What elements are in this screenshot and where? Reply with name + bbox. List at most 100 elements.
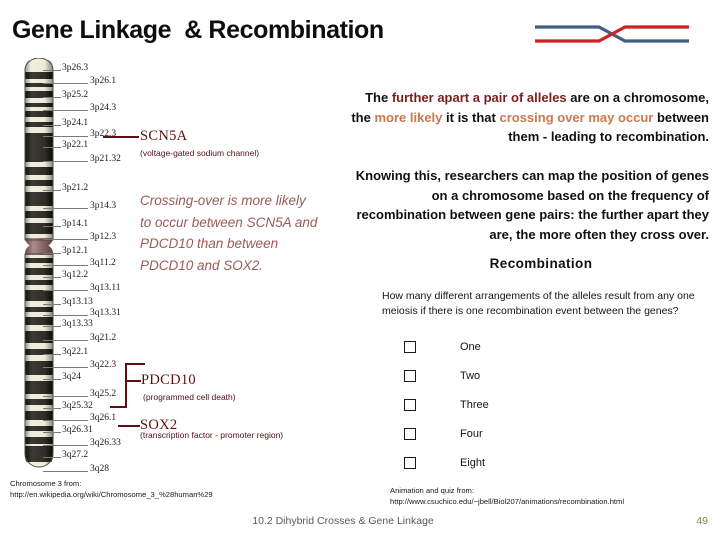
ideogram-band-label: 3q25.32 — [62, 401, 93, 411]
ideogram-tick — [43, 340, 88, 341]
scn5a-leader-line — [103, 136, 139, 138]
p1-emphasis-more-likely: more likely — [374, 109, 443, 125]
ideogram-band-label: 3q11.2 — [90, 258, 116, 268]
ideogram-tick — [43, 226, 61, 227]
source-credit-animation-caption: Animation and quiz from: — [390, 486, 474, 495]
quiz-option-one[interactable]: One — [382, 332, 700, 361]
gene-label-scn5a: SCN5A — [140, 128, 188, 144]
source-credit-animation-url: http://www.csuchico.edu/~jbell/Biol207/a… — [390, 497, 625, 506]
ideogram-band-label: 3q13.31 — [90, 308, 121, 318]
ideogram-band-label: 3q28 — [90, 464, 109, 474]
ideogram-tick — [43, 70, 61, 71]
ideogram-band-label: 3q25.2 — [90, 389, 117, 399]
gene-sublabel-sox2: (transcription factor - promoter region) — [140, 430, 284, 440]
ideogram-tick — [43, 161, 88, 162]
quiz-option-checkbox[interactable] — [404, 369, 416, 382]
pdcd10-leader-vertical — [125, 363, 127, 408]
ideogram-tick — [43, 420, 88, 421]
ideogram-band-label: 3p24.1 — [62, 118, 89, 128]
footer-page-number: 49 — [696, 515, 708, 527]
page-title: Gene Linkage & Recombination — [12, 16, 384, 44]
p1-part1: The — [365, 90, 392, 105]
ideogram-band-label: 3p26.1 — [90, 76, 117, 86]
crossover-lines-icon — [535, 25, 689, 43]
quiz-option-three[interactable]: Three — [382, 390, 700, 419]
p1-emphasis-crossing-over: crossing over may occur — [499, 109, 654, 125]
quiz-title: Recombination — [489, 256, 593, 271]
paragraph-distance-recombination: The further apart a pair of alleles are … — [345, 88, 709, 147]
quiz-option-list: One Two Three Four Eight — [382, 332, 700, 477]
quiz-option-checkbox[interactable] — [404, 398, 416, 411]
ideogram-band-label: 3q21.2 — [90, 333, 117, 343]
ideogram-tick — [43, 379, 61, 380]
quiz-option-label: Three — [460, 398, 489, 411]
ideogram-tick — [43, 315, 88, 316]
pdcd10-leader-line — [125, 380, 141, 382]
ideogram-tick — [43, 396, 88, 397]
quiz-option-checkbox[interactable] — [404, 340, 416, 353]
quiz-option-label: Four — [460, 427, 483, 440]
ideogram-band-label: 3q26.1 — [90, 413, 117, 423]
ideogram-tick — [43, 208, 88, 209]
pdcd10-leader-bottom — [110, 406, 126, 408]
ideogram-band-label: 3p26.3 — [62, 63, 89, 73]
quiz-option-four[interactable]: Four — [382, 419, 700, 448]
p1-emphasis-further-apart: further apart a pair of alleles — [391, 90, 567, 105]
crossing-over-note: Crossing-over is more likely to occur be… — [140, 193, 318, 273]
pdcd10-leader-top — [125, 363, 145, 365]
quiz-option-checkbox[interactable] — [404, 427, 416, 440]
paragraph-gene-mapping: Knowing this, researchers can map the po… — [355, 168, 709, 242]
ideogram-band-label: 3p21.2 — [62, 183, 89, 193]
ideogram-tick — [43, 277, 61, 278]
p1-part3: it is that — [442, 109, 500, 125]
source-credit-chromosome-caption: Chromosome 3 from: — [10, 479, 82, 488]
ideogram-tick — [43, 265, 88, 266]
ideogram-band-label: 3q12.2 — [62, 270, 89, 280]
ideogram-tick — [43, 457, 61, 458]
gene-sublabel-pdcd10: (programmed cell death) — [143, 392, 236, 402]
ideogram-tick — [43, 253, 61, 254]
quiz-option-two[interactable]: Two — [382, 361, 700, 390]
ideogram-band-label: 3p14.1 — [62, 219, 89, 229]
slide-root: Gene Linkage & Recombination 3p26.3 3p25… — [0, 0, 720, 540]
ideogram-band-label: 3q13.33 — [62, 319, 93, 329]
ideogram-band-label: 3p21.32 — [90, 154, 121, 164]
ideogram-tick — [43, 290, 88, 291]
sox2-leader-line — [118, 425, 140, 427]
ideogram-band-label: 3q13.11 — [90, 283, 121, 293]
gene-label-pdcd10: PDCD10 — [141, 372, 196, 388]
ideogram-tick — [43, 354, 61, 355]
ideogram-tick — [43, 190, 61, 191]
ideogram-band-label: 3q22.1 — [62, 347, 89, 357]
ideogram-band-label: 3p14.3 — [90, 201, 117, 211]
source-credit-chromosome-url: http://en.wikipedia.org/wiki/Chromosome_… — [10, 490, 213, 499]
quiz-option-checkbox[interactable] — [404, 456, 416, 469]
ideogram-tick — [43, 408, 61, 409]
ideogram-band-label: 3q22.3 — [90, 360, 117, 370]
ideogram-tick — [43, 304, 61, 305]
ideogram-tick — [43, 326, 61, 327]
ideogram-band-label: 3p22.1 — [62, 140, 89, 150]
ideogram-band-label: 3q27.2 — [62, 450, 89, 460]
ideogram-tick — [43, 136, 88, 137]
quiz-option-eight[interactable]: Eight — [382, 448, 700, 477]
ideogram-tick — [43, 83, 88, 84]
quiz-option-label: Two — [460, 369, 481, 382]
ideogram-band-label: 3q24 — [62, 372, 81, 382]
ideogram-tick — [43, 445, 88, 446]
chromosome-3-ideogram: 3p26.3 3p25.2 3p24.1 3p22.1 3p21.2 3p14.1 3p12… — [8, 58, 140, 476]
source-credit-chromosome: Chromosome 3 from: http://en.wikipedia.o… — [10, 478, 213, 500]
ideogram-tick — [43, 110, 88, 111]
quiz-option-label: One — [460, 340, 481, 353]
recombination-quiz-panel: Recombination How many different arrange… — [382, 256, 700, 476]
ideogram-tick — [43, 432, 61, 433]
ideogram-tick — [43, 125, 61, 126]
footer-section-title: 10.2 Dihybrid Crosses & Gene Linkage — [252, 515, 434, 527]
ideogram-tick — [43, 367, 88, 368]
ideogram-band-label: 3q13.13 — [62, 297, 93, 307]
ideogram-band-label: 3p12.1 — [62, 246, 89, 256]
ideogram-band-label: 3p25.2 — [62, 90, 89, 100]
quiz-question: How many different arrangements of the a… — [382, 290, 695, 317]
quiz-option-label: Eight — [460, 456, 486, 469]
ideogram-band-label: 3q26.31 — [62, 425, 93, 435]
